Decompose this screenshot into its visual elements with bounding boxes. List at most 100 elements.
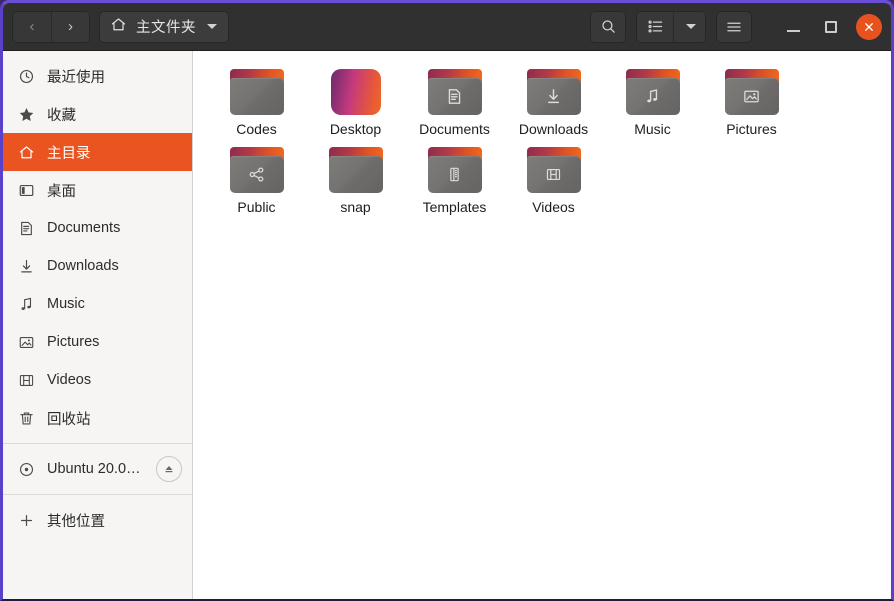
music-note-icon <box>17 295 35 313</box>
sidebar-item-desktop[interactable]: 桌面 <box>3 171 192 209</box>
file-item-public[interactable]: Public <box>207 143 306 221</box>
sidebar: 最近使用 收藏 主目录 桌面 Documents Downloads Music… <box>3 51 193 599</box>
home-icon <box>110 16 127 38</box>
home-icon <box>17 143 35 161</box>
trash-icon <box>17 409 35 427</box>
file-item-templates[interactable]: Templates <box>405 143 504 221</box>
sidebar-item-starred[interactable]: 收藏 <box>3 95 192 133</box>
minimize-button[interactable] <box>774 8 812 46</box>
sidebar-item-label: 最近使用 <box>47 69 105 86</box>
folder-front <box>526 156 581 193</box>
forward-button[interactable]: › <box>51 11 89 42</box>
sidebar-item-label: Downloads <box>47 258 119 274</box>
folder-front <box>427 156 482 193</box>
file-manager-window: ‹ › 主文件夹 最近使用 收藏 主目录 桌面 Documents Downlo… <box>0 0 894 601</box>
sidebar-item-label: Ubuntu 20.0… <box>47 461 141 477</box>
template-icon <box>445 165 464 184</box>
sidebar-item-label: 主目录 <box>47 145 91 162</box>
folder-icon <box>526 147 581 193</box>
file-item-codes[interactable]: Codes <box>207 65 306 143</box>
file-item-downloads[interactable]: Downloads <box>504 65 603 143</box>
folder-front <box>229 156 284 193</box>
maximize-button[interactable] <box>812 8 850 46</box>
file-label: Music <box>634 121 671 137</box>
folder-icon <box>229 147 284 193</box>
desktop-gradient-tile <box>330 69 381 115</box>
sidebar-item-other-locations[interactable]: 其他位置 <box>3 501 192 539</box>
eject-button[interactable] <box>156 456 182 482</box>
sidebar-item-label: 其他位置 <box>47 513 105 530</box>
chevron-down-icon <box>685 24 696 29</box>
sidebar-item-home[interactable]: 主目录 <box>3 133 192 171</box>
star-icon <box>17 105 35 123</box>
path-bar-label: 主文件夹 <box>136 20 196 36</box>
folder-front <box>526 78 581 115</box>
sidebar-item-label: Documents <box>47 220 121 236</box>
sidebar-separator <box>3 443 192 444</box>
gradient-tile-icon <box>329 69 383 115</box>
folder-icon <box>526 69 581 115</box>
minimize-icon <box>786 30 800 32</box>
file-label: Codes <box>236 121 277 137</box>
picture-icon <box>17 333 35 351</box>
view-list-button[interactable] <box>637 11 673 42</box>
file-item-videos[interactable]: Videos <box>504 143 603 221</box>
sidebar-separator <box>3 494 192 495</box>
sidebar-item-label: 收藏 <box>47 107 76 124</box>
file-item-documents[interactable]: Documents <box>405 65 504 143</box>
view-mode-group <box>636 10 706 43</box>
sidebar-item-music[interactable]: Music <box>3 285 192 323</box>
sidebar-item-label: Pictures <box>47 334 100 350</box>
file-item-desktop[interactable]: Desktop <box>306 65 405 143</box>
file-label: Downloads <box>518 121 589 137</box>
folder-front <box>724 78 779 115</box>
downloads-icon <box>17 257 35 275</box>
sidebar-item-downloads[interactable]: Downloads <box>3 247 192 285</box>
search-button[interactable] <box>590 10 626 43</box>
file-grid-area[interactable]: Codes Desktop Documents Downloads Music … <box>193 51 891 599</box>
video-film-icon <box>17 371 35 389</box>
path-bar-button[interactable]: 主文件夹 <box>99 10 229 43</box>
download-arrow-icon <box>544 87 563 106</box>
sidebar-item-pictures[interactable]: Pictures <box>3 323 192 361</box>
folder-icon <box>229 69 284 115</box>
chevron-left-icon: ‹ <box>29 18 35 35</box>
document-icon <box>445 87 464 106</box>
file-item-snap[interactable]: snap <box>306 143 405 221</box>
back-button[interactable]: ‹ <box>13 11 51 42</box>
window-controls <box>774 8 882 46</box>
sidebar-item-documents[interactable]: Documents <box>3 209 192 247</box>
sidebar-item-label: Music <box>47 296 85 312</box>
documents-icon <box>17 219 35 237</box>
plus-icon <box>17 511 35 529</box>
header-bar: ‹ › 主文件夹 <box>3 3 891 51</box>
chevron-down-icon <box>207 24 217 29</box>
file-label: Documents <box>419 121 490 137</box>
music-note-icon <box>643 87 662 106</box>
file-label: Pictures <box>726 121 777 137</box>
main-menu-button[interactable] <box>716 10 752 43</box>
sidebar-item-videos[interactable]: Videos <box>3 361 192 399</box>
close-button[interactable] <box>856 13 882 40</box>
file-label: Public <box>237 199 276 215</box>
file-label: snap <box>340 199 371 215</box>
view-options-button[interactable] <box>673 11 705 42</box>
chevron-right-icon: › <box>68 18 73 35</box>
header-left-cluster: ‹ › 主文件夹 <box>12 10 229 43</box>
file-label: Videos <box>532 199 575 215</box>
folder-icon <box>724 69 779 115</box>
folder-icon <box>427 147 482 193</box>
folder-front <box>625 78 680 115</box>
sidebar-item-trash[interactable]: 回收站 <box>3 399 192 437</box>
video-film-icon <box>544 165 563 184</box>
navigation-buttons: ‹ › <box>12 10 90 43</box>
sidebar-item-label: 桌面 <box>47 183 76 200</box>
maximize-icon <box>825 20 837 33</box>
file-item-pictures[interactable]: Pictures <box>702 65 801 143</box>
folder-icon <box>427 69 482 115</box>
sidebar-item-label: Videos <box>47 372 92 388</box>
sidebar-item-recent[interactable]: 最近使用 <box>3 57 192 95</box>
folder-front <box>229 78 284 115</box>
sidebar-item-ubuntu-disc[interactable]: Ubuntu 20.0… <box>3 450 192 488</box>
file-item-music[interactable]: Music <box>603 65 702 143</box>
